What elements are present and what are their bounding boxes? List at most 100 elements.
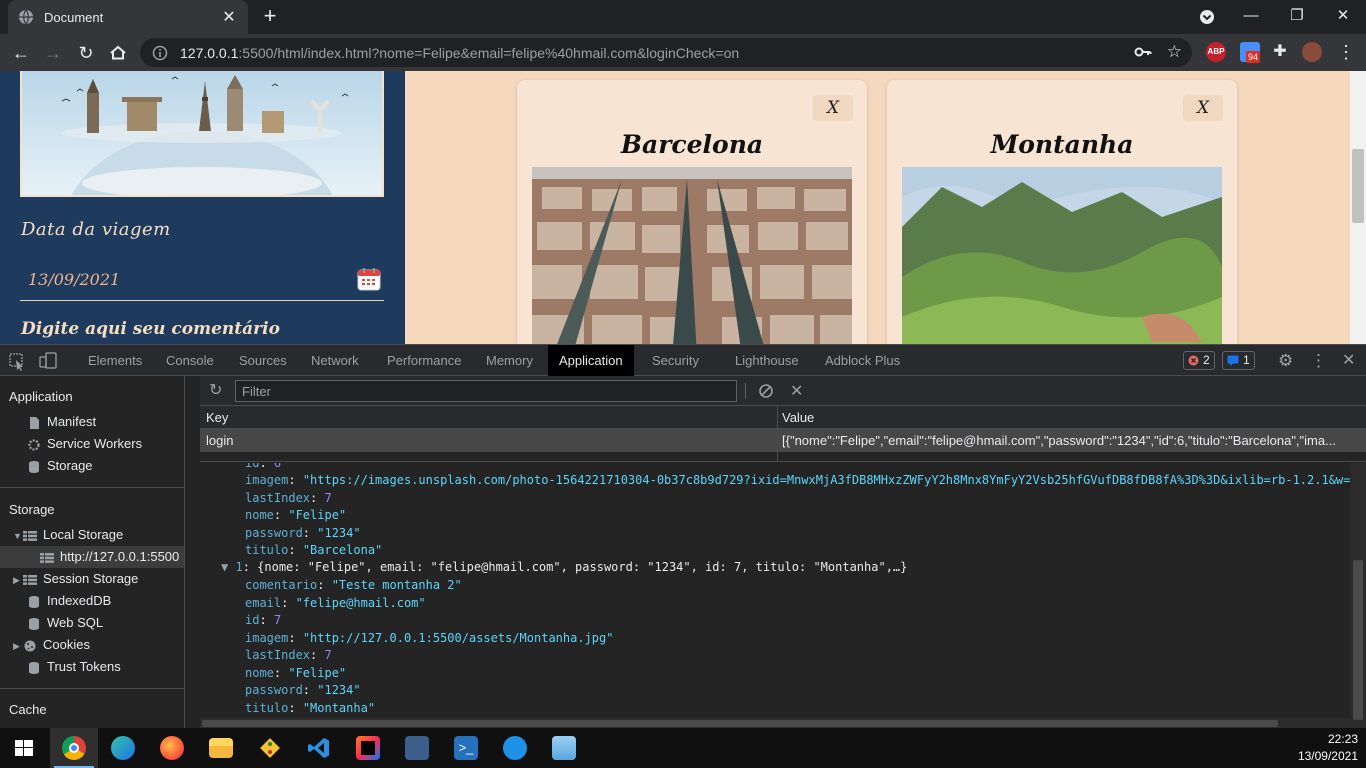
back-icon[interactable]: ← — [8, 40, 34, 66]
collapsed-caret-icon: ▶ — [13, 640, 20, 651]
taskbar-vscode[interactable] — [295, 728, 343, 768]
close-window-icon[interactable]: ✕ — [1320, 3, 1366, 31]
tab-elements[interactable]: Elements — [77, 345, 153, 376]
preview-vertical-scrollbar[interactable] — [1350, 463, 1366, 729]
system-clock[interactable]: 22:23 13/09/2021 — [1298, 731, 1358, 765]
adblock-plus-icon[interactable]: ABP — [1206, 42, 1226, 62]
tab-security[interactable]: Security — [641, 345, 710, 376]
filter-input[interactable] — [235, 380, 737, 402]
forward-icon[interactable]: → — [40, 40, 66, 66]
expanded-caret-icon: ▼ — [221, 560, 229, 574]
table-icon — [40, 552, 54, 564]
card-close-button[interactable]: X — [813, 95, 853, 121]
json-line: nome: "Felipe" — [245, 666, 347, 680]
extensions-puzzle-icon[interactable]: ✚ — [1270, 42, 1290, 62]
card-title: Barcelona — [620, 130, 764, 159]
browser-toolbar: ← → ↻ 127.0.0.1:5500/html/index.html?nom… — [0, 34, 1366, 71]
gear-icon — [27, 438, 41, 451]
device-toolbar-icon[interactable] — [34, 345, 62, 376]
storage-viewer: ↻ ✕ Key Value login [{"nome":"Felipe","e… — [200, 376, 1366, 729]
tab-sources[interactable]: Sources — [228, 345, 298, 376]
scrollbar-thumb[interactable] — [1353, 560, 1363, 720]
card-close-button[interactable]: X — [1183, 95, 1223, 121]
taskbar-notepad[interactable] — [540, 728, 588, 768]
sidebar-item-web-sql[interactable]: Web SQL — [0, 612, 184, 634]
close-tab-icon[interactable]: ✕ — [220, 7, 238, 27]
json-line: id: 7 — [245, 613, 282, 627]
column-divider[interactable] — [777, 406, 778, 462]
powershell-icon: >_ — [454, 736, 478, 760]
reload-icon[interactable]: ↻ — [73, 40, 99, 66]
scrollbar-thumb[interactable] — [202, 720, 1278, 727]
page-scrollbar[interactable] — [1350, 71, 1366, 344]
table-row[interactable]: login [{"nome":"Felipe","email":"felipe@… — [200, 429, 1366, 452]
sidebar-item-cookies[interactable]: ▶ Cookies — [0, 634, 184, 656]
tab-memory[interactable]: Memory — [475, 345, 544, 376]
sidebar-item-service-workers[interactable]: Service Workers — [0, 433, 184, 455]
taskbar-firefox[interactable] — [148, 728, 196, 768]
taskbar-powershell[interactable]: >_ — [442, 728, 490, 768]
devtools-menu-icon[interactable]: ⋮ — [1304, 345, 1333, 376]
tab-network[interactable]: Network — [300, 345, 370, 376]
json-line: password: "1234" — [245, 526, 361, 540]
json-object-toggle[interactable]: ▼ 1: {nome: "Felipe", email: "felipe@hma… — [221, 559, 907, 576]
address-bar[interactable]: 127.0.0.1:5500/html/index.html?nome=Feli… — [140, 38, 1192, 67]
tab-lighthouse[interactable]: Lighthouse — [724, 345, 810, 376]
home-icon[interactable] — [105, 40, 131, 66]
close-devtools-icon[interactable]: ✕ — [1336, 345, 1361, 376]
sidebar-divider — [0, 487, 184, 488]
trip-card-montanha: X Montanha — [887, 80, 1237, 344]
key-column-header[interactable]: Key — [206, 406, 228, 429]
settings-gear-icon[interactable]: ⚙ — [1272, 345, 1299, 376]
taskbar-intellij[interactable] — [344, 728, 392, 768]
sidebar-item-label: Trust Tokens — [47, 659, 121, 674]
value-column-header[interactable]: Value — [782, 406, 814, 429]
browser-menu-icon[interactable]: ⋮ — [1336, 42, 1356, 62]
key-icon[interactable] — [1134, 44, 1152, 60]
taskbar-file-explorer[interactable] — [197, 728, 245, 768]
taskbar-edge[interactable] — [99, 728, 147, 768]
sidebar-item-local-storage[interactable]: ▼ Local Storage — [0, 524, 184, 546]
error-count-badge[interactable]: 2 — [1183, 351, 1215, 370]
json-line: id: 6 — [245, 463, 282, 470]
tab-application[interactable]: Application — [548, 345, 634, 376]
url-host: 127.0.0.1 — [180, 44, 239, 61]
sidebar-item-local-origin[interactable]: http://127.0.0.1:5500 — [0, 546, 184, 568]
sidebar-item-label: Cookies — [43, 637, 90, 652]
start-button[interactable] — [0, 728, 48, 768]
database-icon — [27, 595, 41, 608]
cache-section-heading: Cache — [9, 702, 47, 717]
sidebar-item-trust-tokens[interactable]: Trust Tokens — [0, 656, 184, 678]
sidebar-item-storage[interactable]: Storage — [0, 455, 184, 477]
browser-tab[interactable]: Document ✕ — [8, 0, 248, 34]
sidebar-item-indexeddb[interactable]: IndexedDB — [0, 590, 184, 612]
tab-performance[interactable]: Performance — [376, 345, 472, 376]
sidebar-item-manifest[interactable]: Manifest — [0, 411, 184, 433]
calendar-icon[interactable] — [356, 266, 382, 292]
tab-console[interactable]: Console — [155, 345, 225, 376]
url-text: 127.0.0.1:5500/html/index.html?nome=Feli… — [180, 45, 739, 61]
tab-adblock-plus[interactable]: Adblock Plus — [814, 345, 911, 376]
trip-date-input[interactable]: 13/09/2021 — [28, 270, 120, 289]
message-count-badge[interactable]: 1 — [1222, 351, 1255, 370]
extension-icon[interactable]: 94 — [1240, 42, 1261, 63]
taskbar-docker[interactable] — [491, 728, 539, 768]
bookmark-star-icon[interactable]: ☆ — [1167, 42, 1182, 62]
taskbar-sql-server[interactable] — [393, 728, 441, 768]
sidebar-item-label: Service Workers — [47, 436, 143, 451]
sidebar-item-session-storage[interactable]: ▶ Session Storage — [0, 568, 184, 590]
restore-icon[interactable]: ❐ — [1274, 3, 1320, 31]
avatar[interactable] — [1302, 42, 1322, 62]
taskbar-git[interactable] — [246, 728, 294, 768]
taskbar-chrome[interactable] — [50, 728, 98, 768]
delete-selected-icon[interactable]: ✕ — [790, 381, 803, 401]
site-info-icon[interactable] — [152, 45, 168, 61]
clear-all-icon[interactable] — [758, 383, 774, 399]
new-tab-button[interactable]: + — [258, 5, 282, 29]
refresh-icon[interactable]: ↻ — [209, 382, 222, 399]
page-scrollbar-thumb[interactable] — [1352, 149, 1364, 223]
database-icon — [27, 460, 41, 473]
inspect-element-icon[interactable] — [4, 345, 30, 376]
minimize-icon[interactable]: — — [1228, 3, 1274, 31]
profile-menu-icon[interactable] — [1186, 3, 1232, 31]
